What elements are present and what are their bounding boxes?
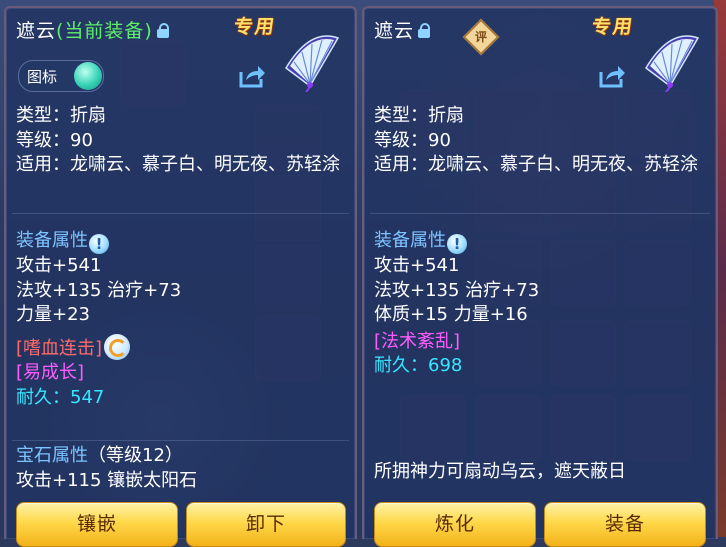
divider [12,440,349,441]
special-effect: [易成长] [16,362,85,383]
attribute-line: 法攻+135 治疗+73 [374,279,540,301]
attribute-line: 攻击+541 [374,255,460,276]
compare-equipment-panel: 遮云 评 专用 类型：折扇 等级：90 适用：龙啸云、慕子白、明无夜、苏轻涂 装… [362,6,718,547]
item-description-block: 所拥神力可扇动乌云，遮天蔽日 [374,460,708,485]
skill-name: [嗜血连击] [16,337,103,359]
lock-icon[interactable] [156,23,169,38]
share-icon[interactable] [238,64,266,88]
item-level: 等级：90 [374,129,451,151]
attributes-heading: 装备属性! [16,229,347,254]
gem-level: （等级12） [88,445,183,466]
refresh-icon[interactable] [104,333,131,360]
item-level: 等级：90 [16,129,93,151]
exclusive-tag: 专用 [590,16,636,38]
attribute-line: 力量+23 [16,304,90,325]
item-usable-by: 适用：龙啸云、慕子白、明无夜、苏轻涂 [16,154,340,175]
rating-icon[interactable]: 评 [462,18,500,56]
item-type: 类型：折扇 [374,105,464,126]
toggle-knob [74,62,102,90]
special-skill: [嗜血连击] [16,333,347,362]
divider [370,213,710,214]
inlay-button[interactable]: 镶嵌 [16,502,178,547]
item-title: 遮云(当前装备) [16,16,169,43]
equip-button[interactable]: 装备 [544,502,706,547]
durability: 耐久：547 [16,386,105,408]
gem-attributes: 宝石属性（等级12） 攻击+115 镶嵌太阳石 [16,444,347,493]
item-details: 类型：折扇 等级：90 适用：龙啸云、慕子白、明无夜、苏轻涂 [374,104,708,178]
exclusive-tag: 专用 [232,16,278,38]
attribute-line: 法攻+135 治疗+73 [16,279,182,301]
icon-toggle-label: 图标 [27,68,58,86]
item-details: 类型：折扇 等级：90 适用：龙啸云、慕子白、明无夜、苏轻涂 [16,104,347,178]
refine-button[interactable]: 炼化 [374,502,536,547]
attribute-line: 体质+15 力量+16 [374,304,528,325]
lock-icon[interactable] [418,23,431,38]
fan-item-icon [285,35,340,92]
gem-attribute: 攻击+115 镶嵌太阳石 [16,469,198,491]
attributes-title: 装备属性 [16,230,88,251]
durability: 耐久：698 [374,355,463,376]
item-name: 遮云 [374,20,415,42]
attributes-heading: 装备属性! [374,229,708,254]
equipment-attributes: 装备属性! 攻击+541 法攻+135 治疗+73 力量+23 [嗜血连击] [… [16,229,347,410]
item-title: 遮云 [374,16,431,43]
divider [12,213,349,214]
current-equipment-panel: 遮云(当前装备) 专用 图标 类型：折扇 等级：90 适用：龙啸云、慕子白、明无… [4,6,357,547]
item-usable-by: 适用：龙啸云、慕子白、明无夜、苏轻涂 [374,154,698,175]
item-type: 类型：折扇 [16,105,106,126]
attribute-line: 攻击+541 [16,255,102,276]
attributes-title: 装备属性 [374,230,446,251]
special-effect: [法术紊乱] [374,330,461,352]
current-equipped-tag: (当前装备) [56,20,153,42]
info-icon[interactable]: ! [447,234,467,254]
item-description: 所拥神力可扇动乌云，遮天蔽日 [374,461,626,482]
gem-title: 宝石属性 [16,445,88,466]
icon-toggle[interactable]: 图标 [18,60,104,92]
unequip-button[interactable]: 卸下 [186,502,346,547]
info-icon[interactable]: ! [89,234,109,254]
equipment-attributes: 装备属性! 攻击+541 法攻+135 治疗+73 体质+15 力量+16 [法… [374,229,708,379]
share-icon[interactable] [598,64,626,88]
item-name: 遮云 [16,20,57,42]
fan-item-icon [645,35,700,92]
